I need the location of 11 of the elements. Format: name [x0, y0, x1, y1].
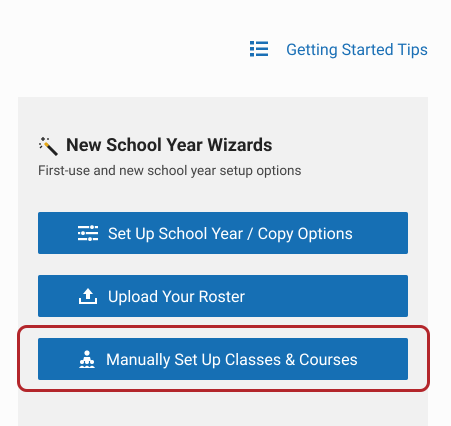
magic-wand-icon [38, 136, 60, 156]
upload-icon [78, 287, 98, 305]
list-icon [250, 41, 268, 57]
sliders-icon [78, 225, 98, 241]
panel-subtitle: First-use and new school year setup options [38, 163, 302, 179]
wizard-button[interactable]: Upload Your Roster [38, 275, 408, 317]
people-icon [78, 350, 96, 368]
wizard-button[interactable]: Set Up School Year / Copy Options [38, 212, 408, 254]
panel-title: New School Year Wizards [66, 135, 272, 156]
wizard-button[interactable]: Manually Set Up Classes & Courses [38, 338, 408, 380]
getting-started-link[interactable]: Getting Started Tips [250, 36, 428, 62]
